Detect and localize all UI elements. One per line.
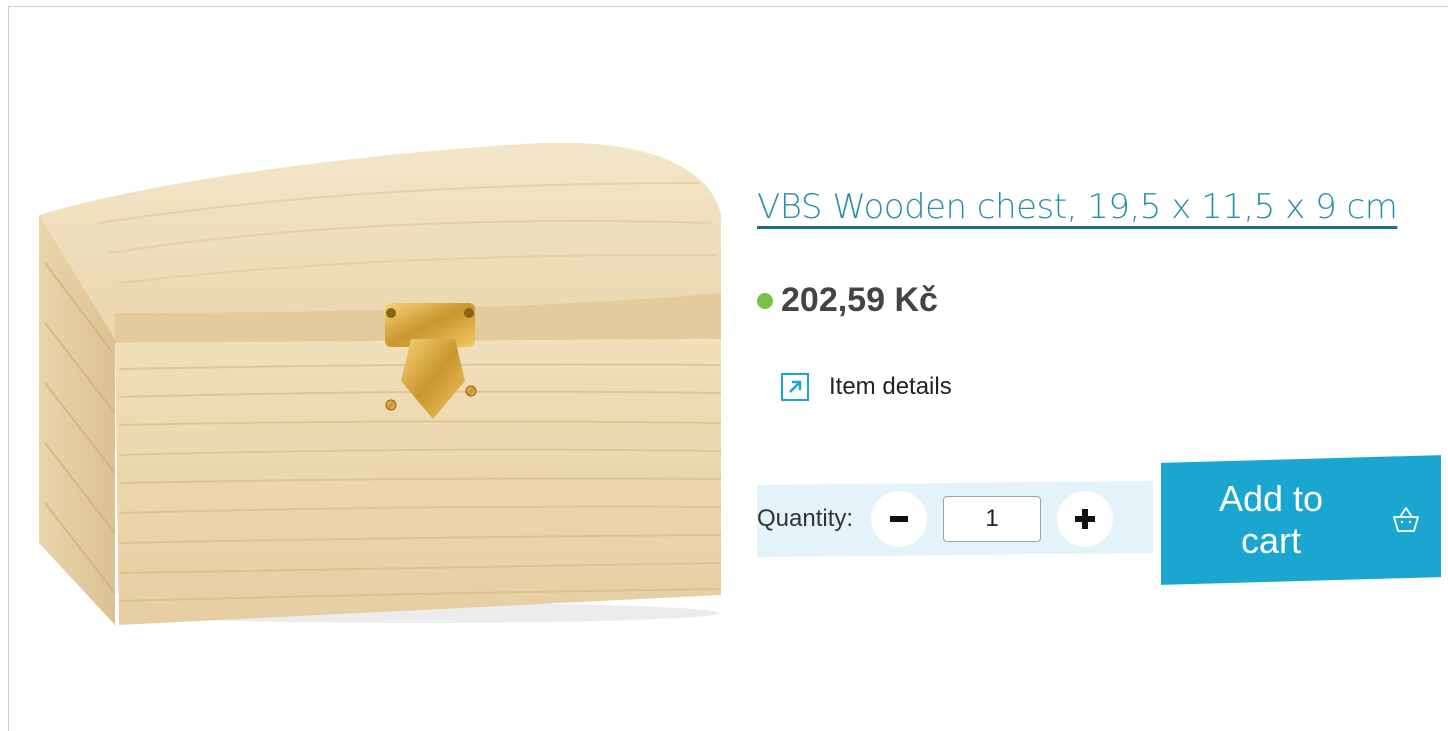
product-title-link[interactable]: VBS Wooden chest, 19,5 x 11,5 x 9 cm xyxy=(757,187,1398,227)
product-price: 202,59 Kč xyxy=(781,281,938,319)
in-stock-dot-icon xyxy=(757,292,773,309)
external-arrow-icon xyxy=(781,373,809,401)
add-to-cart-label: Add to cart xyxy=(1218,478,1324,561)
item-details-link[interactable]: Item details xyxy=(781,373,952,401)
item-details-label: Item details xyxy=(829,373,952,400)
increase-quantity-button[interactable] xyxy=(1057,491,1114,547)
wooden-chest-illustration xyxy=(39,143,722,625)
basket-icon xyxy=(1393,507,1419,532)
product-card: VBS Wooden chest, 19,5 x 11,5 x 9 cm 202… xyxy=(8,6,1448,731)
minus-icon xyxy=(890,516,909,522)
quantity-label: Quantity: xyxy=(757,505,854,532)
plus-icon xyxy=(1075,509,1096,529)
add-to-cart-button[interactable]: Add to cart xyxy=(1161,455,1441,585)
price-row: 202,59 Kč xyxy=(757,281,938,320)
quantity-bar: Quantity: xyxy=(757,480,1153,558)
quantity-input[interactable] xyxy=(943,496,1042,542)
product-image[interactable] xyxy=(39,143,725,633)
decrease-quantity-button[interactable] xyxy=(871,491,928,547)
